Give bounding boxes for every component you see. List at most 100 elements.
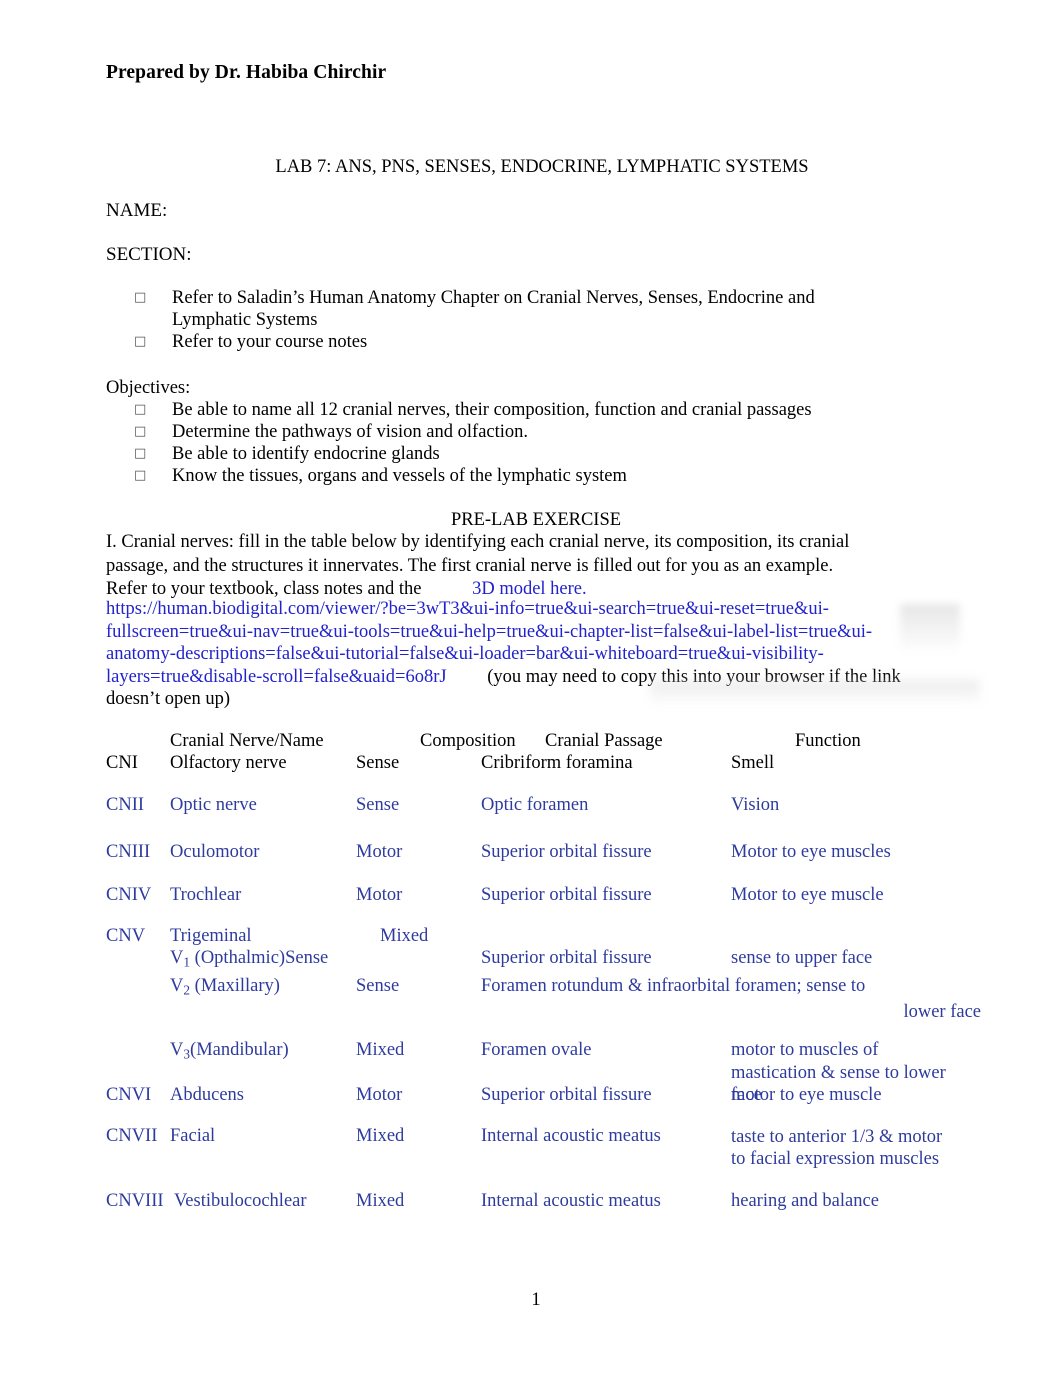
page-number: 1	[531, 1290, 541, 1310]
cell-nerve-code: CNI	[106, 753, 138, 773]
cell-nerve-code: CNVI	[106, 1084, 152, 1105]
cell-nerve-name: Olfactory nerve	[170, 753, 287, 773]
section-label: SECTION:	[106, 244, 192, 265]
cell-branch-label: V2 (Maxillary)	[170, 975, 280, 998]
list-item-label: Be able to identify endocrine glands	[172, 444, 440, 464]
cranial-nerve-table: Cranial Nerve/Name Composition Cranial P…	[106, 730, 981, 1212]
cell-passage: Optic foramen	[481, 795, 589, 815]
list-item-label: Refer to Saladin’s Human Anatomy Chapter…	[172, 288, 815, 330]
table-row: CNV Trigeminal Mixed	[106, 926, 966, 947]
table-subrow-v1: V1 (Opthalmic)Sense Superior orbital fis…	[106, 947, 966, 974]
table-row: CNVII Facial Mixed Internal acoustic mea…	[106, 1126, 966, 1171]
list-item-label: Know the tissues, organs and vessels of …	[172, 466, 627, 486]
table-row: CNII Optic nerve Sense Optic foramen Vis…	[106, 795, 966, 816]
cell-composition: Sense	[356, 975, 400, 996]
scan-artifact	[900, 604, 960, 654]
list-item: □ Be able to name all 12 cranial nerves,…	[106, 399, 926, 421]
table-row: CNIII Oculomotor Motor Superior orbital …	[106, 842, 966, 863]
cell-function: taste to anterior 1/3 & motor to facial …	[731, 1126, 943, 1170]
table-row: CNVIII Vestibulocochlear Mixed Internal …	[106, 1191, 966, 1212]
bullet-square-icon: □	[134, 402, 147, 417]
table-header-row: Cranial Nerve/Name Composition Cranial P…	[106, 730, 966, 752]
document-page: Prepared by Dr. Habiba Chirchir LAB 7: A…	[0, 0, 1062, 1377]
cell-branch-label: V3(Mandibular)	[170, 1040, 289, 1063]
cell-nerve-code: CNVII	[106, 1125, 158, 1146]
3d-model-link[interactable]: 3D model here.	[472, 579, 587, 599]
cell-composition: Mixed	[380, 926, 429, 946]
header-cell-function: Function	[795, 731, 861, 751]
cell-nerve-name: Vestibulocochlear	[174, 1190, 307, 1211]
table-row: CNIV Trochlear Motor Superior orbital fi…	[106, 885, 966, 906]
list-item: □ Be able to identify endocrine glands	[106, 443, 926, 465]
list-item-label: Determine the pathways of vision and olf…	[172, 422, 529, 442]
table-subrow-v2-cont: lower face	[106, 1001, 981, 1023]
cell-nerve-name: Trigeminal	[170, 926, 252, 946]
page-title: LAB 7: ANS, PNS, SENSES, ENDOCRINE, LYMP…	[275, 157, 809, 177]
header-cell-nerve: Cranial Nerve/Name	[170, 731, 324, 751]
list-item-label: Refer to your course notes	[172, 332, 368, 352]
cell-nerve-name: Abducens	[170, 1084, 244, 1105]
cell-function: Vision	[731, 795, 780, 815]
cell-composition: Mixed	[356, 1125, 405, 1146]
instructions-paragraph: I. Cranial nerves: fill in the table bel…	[106, 531, 906, 602]
cell-composition: Mixed	[356, 1190, 405, 1211]
cell-passage: Superior orbital fissure	[481, 842, 652, 862]
table-row: CNI Olfactory nerve Sense Cribriform for…	[106, 752, 966, 774]
instructions-text: I. Cranial nerves: fill in the table bel…	[106, 532, 850, 576]
list-item-label: Be able to name all 12 cranial nerves, t…	[172, 400, 812, 420]
cell-passage: Superior orbital fissure	[481, 948, 652, 968]
objectives-list: □ Be able to name all 12 cranial nerves,…	[106, 399, 926, 487]
instructions-text-2: Refer to your textbook, class notes and …	[106, 579, 422, 599]
table-subrow-v2: V2 (Maxillary) Sense Foramen rotundum & …	[106, 975, 966, 1002]
cell-function: hearing and balance	[731, 1190, 879, 1211]
list-item: □ Refer to your course notes	[106, 331, 896, 353]
cell-composition: Motor	[356, 842, 403, 862]
cell-passage-continued: lower face	[903, 1002, 981, 1023]
cell-nerve-code: CNIV	[106, 885, 152, 905]
cell-composition: Mixed	[356, 1040, 405, 1061]
objectives-heading: Objectives:	[106, 378, 191, 398]
cell-composition: Motor	[356, 1084, 403, 1105]
header-cell-passage: Cranial Passage	[545, 731, 663, 751]
cell-passage: Superior orbital fissure	[481, 885, 652, 905]
list-item: □ Determine the pathways of vision and o…	[106, 421, 926, 443]
cell-nerve-name: Oculomotor	[170, 842, 260, 862]
model-url-block: https://human.biodigital.com/viewer/?be=…	[106, 598, 906, 711]
cell-composition-inline: Sense	[285, 948, 329, 968]
cell-function: Smell	[731, 753, 775, 773]
cell-nerve-code: CNVIII	[106, 1190, 164, 1211]
cell-nerve-code: CNII	[106, 795, 145, 815]
bullet-square-icon: □	[134, 290, 147, 305]
cell-passage: Foramen ovale	[481, 1040, 592, 1061]
cell-passage: Internal acoustic meatus	[481, 1125, 661, 1146]
cell-nerve-name: Trochlear	[170, 885, 242, 905]
cell-passage: Internal acoustic meatus	[481, 1190, 661, 1211]
list-item: □ Refer to Saladin’s Human Anatomy Chapt…	[106, 287, 896, 331]
cell-passage: Foramen rotundum & infraorbital foramen;…	[481, 975, 866, 996]
bullet-square-icon: □	[134, 334, 147, 349]
cell-function: motor to eye muscle	[731, 1084, 882, 1105]
prelab-heading: PRE-LAB EXERCISE	[450, 510, 622, 530]
cell-nerve-code: CNIII	[106, 842, 151, 862]
cell-nerve-name: Facial	[170, 1125, 216, 1146]
cell-nerve-code: CNV	[106, 926, 146, 946]
cell-function: sense to upper face	[731, 948, 873, 968]
intro-bullet-list: □ Refer to Saladin’s Human Anatomy Chapt…	[106, 287, 896, 353]
bullet-square-icon: □	[134, 424, 147, 439]
cell-branch-label: V1 (Opthalmic)Sense	[170, 948, 329, 970]
bullet-square-icon: □	[134, 446, 147, 461]
cell-function: Motor to eye muscles	[731, 842, 891, 862]
cell-composition: Motor	[356, 885, 403, 905]
list-item: □ Know the tissues, organs and vessels o…	[106, 465, 926, 487]
cell-function: Motor to eye muscle	[731, 885, 884, 905]
cell-composition: Sense	[356, 795, 400, 815]
bullet-square-icon: □	[134, 468, 147, 483]
name-label: NAME:	[106, 200, 168, 221]
prepared-by-line: Prepared by Dr. Habiba Chirchir	[106, 62, 387, 83]
cell-passage: Superior orbital fissure	[481, 1084, 652, 1105]
cell-composition: Sense	[356, 753, 400, 773]
cell-passage: Cribriform foramina	[481, 753, 633, 773]
header-cell-composition: Composition	[420, 731, 516, 751]
table-row: CNVI Abducens Motor Superior orbital fis…	[106, 1085, 966, 1106]
cell-nerve-name: Optic nerve	[170, 795, 257, 815]
